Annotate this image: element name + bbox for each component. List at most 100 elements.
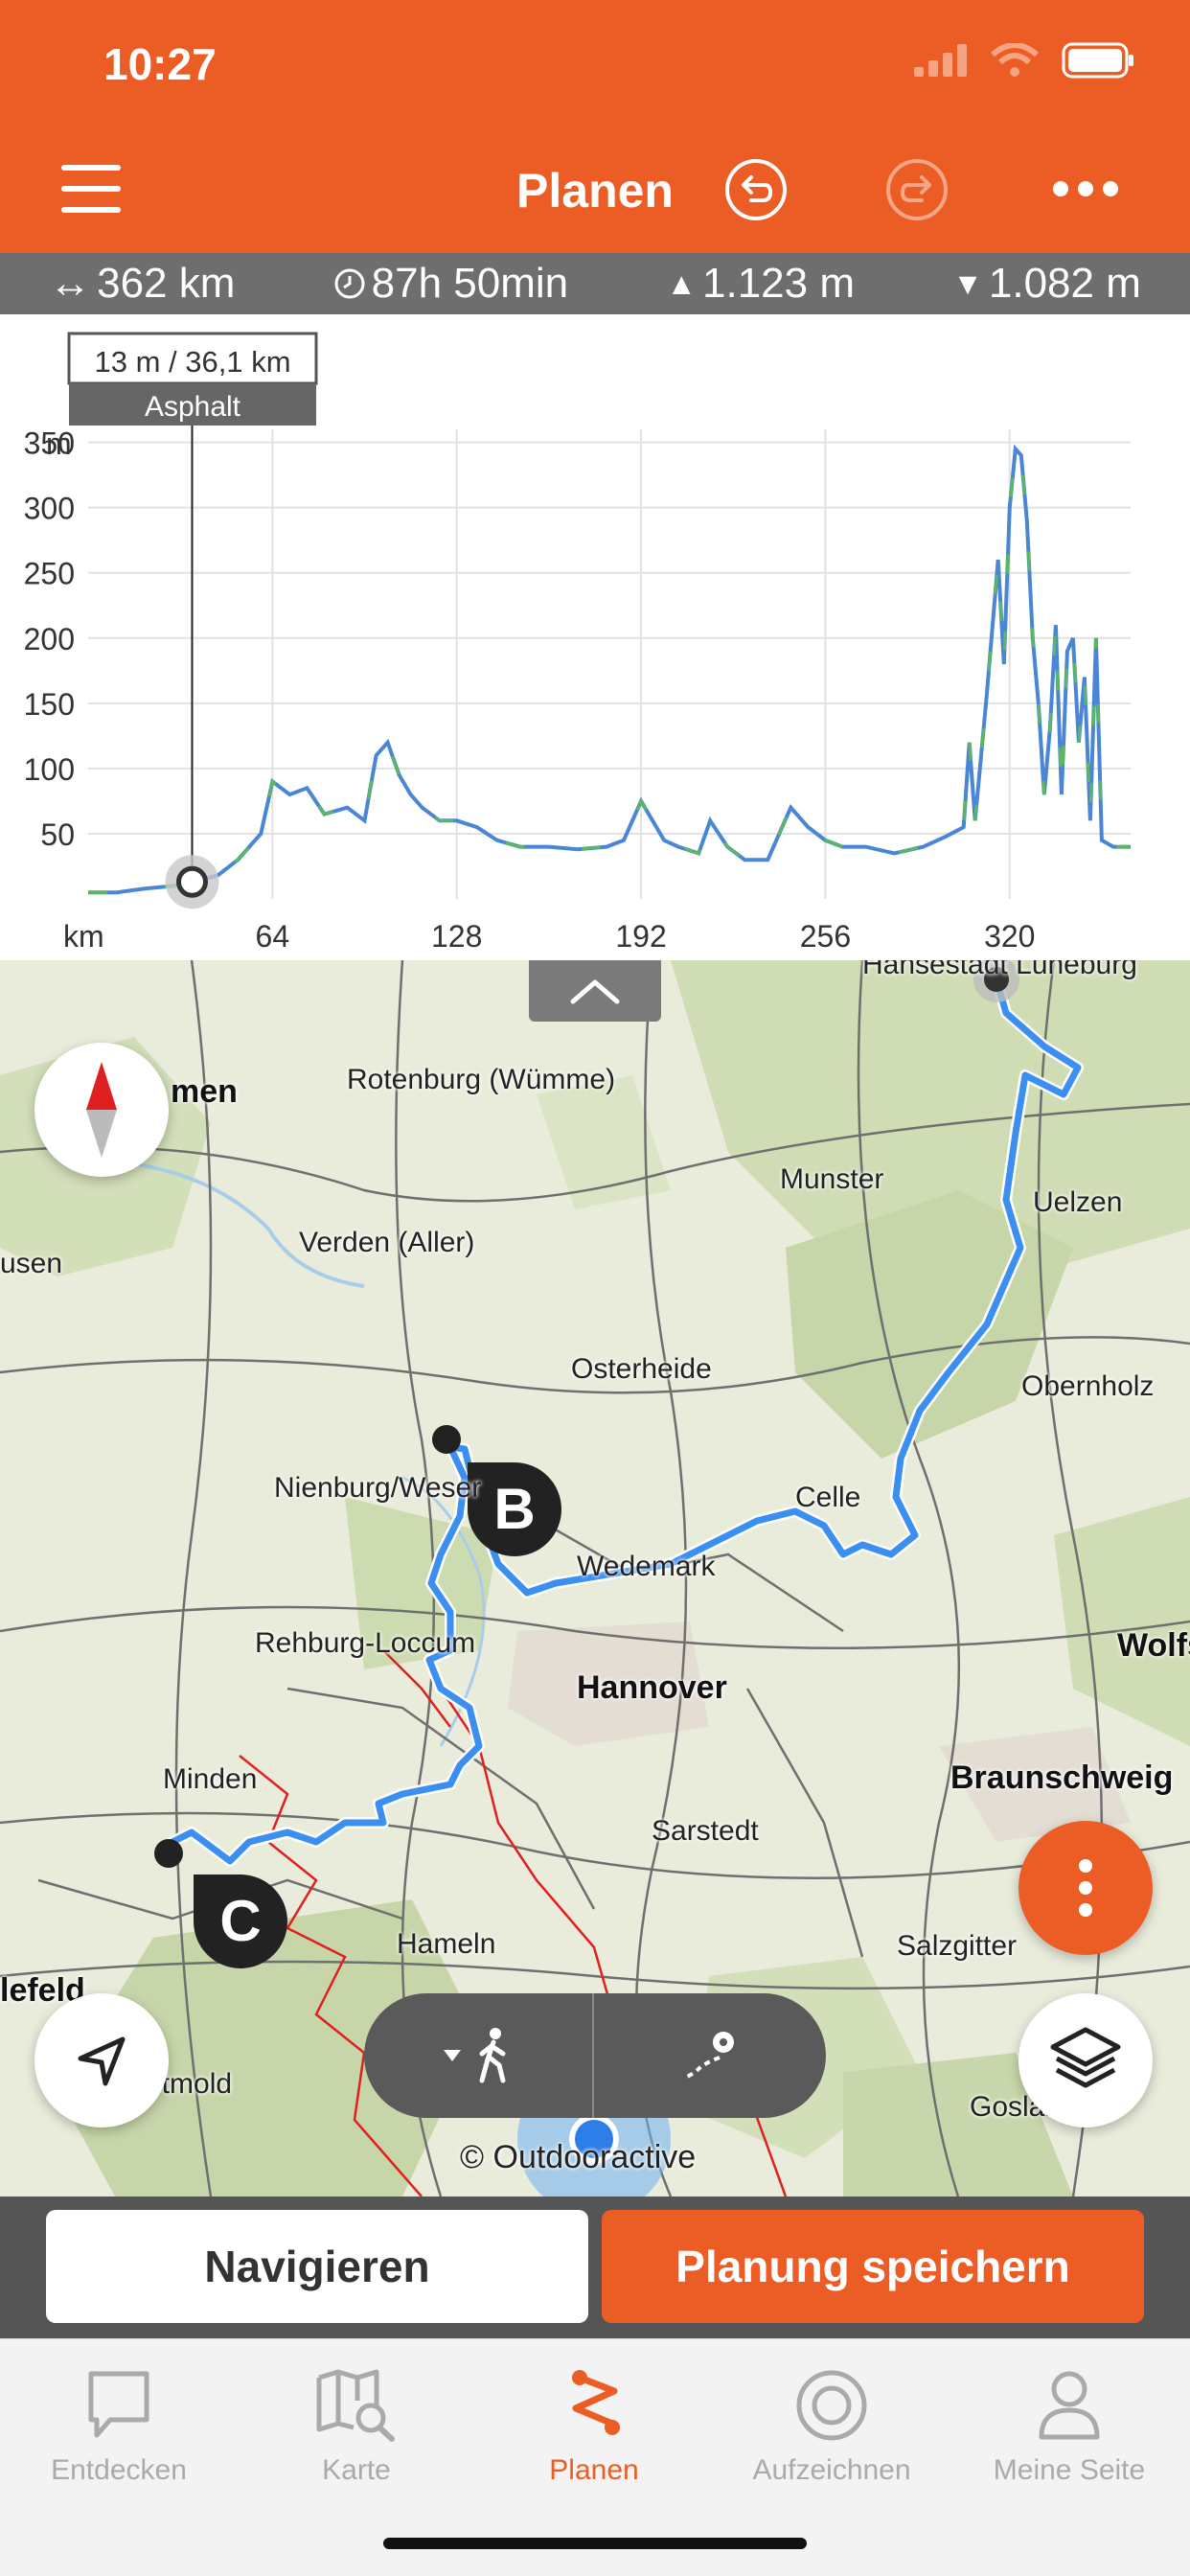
record-icon: [796, 2370, 867, 2441]
tab-entdecken[interactable]: Entdecken: [0, 2368, 238, 2487]
x-tick-label: 256: [800, 919, 851, 954]
status-time: 10:27: [103, 39, 217, 89]
tab-label: Entdecken: [51, 2454, 187, 2486]
y-unit-label: m: [46, 426, 72, 461]
clock-icon: [334, 268, 365, 299]
routing-mode-button[interactable]: [594, 1993, 826, 2118]
compass-icon: [86, 1062, 117, 1158]
city-label: Sarstedt: [652, 1815, 759, 1847]
position-cursor-knob[interactable]: [165, 855, 219, 909]
home-indicator: [383, 2538, 807, 2549]
map-options-button[interactable]: [1018, 1821, 1153, 1955]
route-pin-icon: [686, 2032, 734, 2079]
more-dots-icon: [1053, 181, 1118, 196]
map-layers-button[interactable]: [1018, 1993, 1153, 2128]
elevation-line-overlay: [88, 445, 1131, 894]
duration-value: 87h 50min: [371, 260, 569, 307]
ascent-icon: ▲: [666, 265, 697, 301]
person-icon: [1039, 2371, 1100, 2440]
city-label: Wolfs: [1117, 1627, 1190, 1664]
city-label: Osterheide: [571, 1353, 712, 1385]
descent-value: 1.082 m: [988, 260, 1141, 307]
elevation-chart[interactable]: 50100150200250300350 64 128 192 256 320 m km…: [0, 314, 1190, 960]
city-label: Celle: [795, 1482, 861, 1513]
action-bar: Navigieren Planung speichern: [0, 2196, 1190, 2338]
dropdown-caret-icon: [444, 2050, 461, 2061]
undo-button[interactable]: [724, 158, 788, 226]
redo-button[interactable]: [885, 158, 949, 226]
cursor-dot[interactable]: [175, 865, 208, 898]
city-label: Hameln: [397, 1928, 496, 1960]
city-label: Hannover: [577, 1669, 727, 1706]
tooltip-surface: Asphalt: [145, 391, 241, 423]
y-tick-label: 250: [24, 557, 75, 591]
tab-label: Aufzeichnen: [752, 2454, 911, 2486]
tab-label: Karte: [322, 2454, 391, 2486]
map-view[interactable]: B C Rotenburg (Wümme) Munster Uelzen Ver…: [0, 960, 1190, 2196]
y-tick-label: 100: [24, 752, 75, 787]
compass-button[interactable]: [34, 1043, 169, 1177]
tooltip-value: 13 m / 36,1 km: [94, 345, 290, 379]
activity-toolbar: [364, 1993, 826, 2118]
locate-me-button[interactable]: [34, 1993, 169, 2128]
distance-value: 362 km: [97, 260, 236, 307]
route-stats: ↔ 362 km 87h 50min ▲ 1.123 m ▼ 1.082 m: [0, 253, 1190, 314]
x-tick-label: 320: [984, 919, 1035, 954]
city-label: Minden: [163, 1763, 258, 1795]
map-attribution: © Outdooractive: [460, 2139, 697, 2175]
stat-descent: ▼ 1.082 m: [952, 260, 1141, 308]
tab-meine-seite[interactable]: Meine Seite: [950, 2368, 1188, 2487]
waypoint-c-label: C: [219, 1889, 262, 1953]
x-tick-label: 64: [256, 919, 290, 954]
y-tick-label: 50: [40, 817, 75, 852]
city-label: men: [171, 1073, 238, 1110]
tab-aufzeichnen[interactable]: Aufzeichnen: [713, 2368, 950, 2487]
layers-icon: [1050, 2027, 1121, 2088]
undo-icon: [725, 159, 787, 220]
stat-ascent: ▲ 1.123 m: [666, 260, 855, 308]
page-title: Planen: [516, 164, 674, 218]
elevation-profile[interactable]: 50 100 150 200 250 300 350 64 128 192 256 320 m km…: [0, 314, 1190, 960]
tab-planen[interactable]: Planen: [475, 2368, 713, 2487]
redo-icon: [886, 159, 948, 220]
city-label: Munster: [780, 1163, 884, 1195]
city-label: Rehburg-Loccum: [255, 1627, 476, 1659]
more-vertical-icon: [1079, 1859, 1092, 1917]
chat-bubble-icon: [88, 2371, 149, 2438]
expand-profile-button[interactable]: [529, 960, 661, 1022]
chevron-up-icon: [570, 979, 620, 1004]
city-label: Rotenburg (Wümme): [347, 1064, 616, 1095]
city-label: Nienburg/Weser: [274, 1472, 482, 1504]
tab-label: Planen: [549, 2454, 639, 2486]
city-label: Uelzen: [1033, 1186, 1123, 1218]
navigate-button[interactable]: Navigieren: [46, 2210, 588, 2323]
wifi-icon: [991, 43, 1039, 77]
city-label: Hansestadt Lüneburg: [862, 960, 1137, 980]
city-label: Obernholz: [1021, 1370, 1155, 1402]
ascent-value: 1.123 m: [702, 260, 855, 307]
descent-icon: ▼: [952, 265, 983, 301]
signal-icon: [914, 44, 967, 77]
more-button[interactable]: [1052, 180, 1119, 202]
route-icon: [572, 2370, 620, 2435]
tab-karte[interactable]: Karte: [238, 2368, 475, 2487]
waypoint-c-marker[interactable]: C: [190, 1871, 291, 1972]
stat-distance: ↔ 362 km: [49, 260, 235, 308]
x-tick-label: 192: [615, 919, 666, 954]
distance-icon: ↔: [49, 260, 92, 307]
map-search-icon: [316, 2369, 395, 2442]
stat-duration: 87h 50min: [333, 260, 568, 308]
activity-type-button[interactable]: [364, 1993, 594, 2118]
y-tick-label: 150: [24, 687, 75, 722]
city-label: Wedemark: [577, 1551, 716, 1582]
elevation-line: [88, 444, 1131, 895]
hiking-icon: [479, 2028, 506, 2083]
x-unit-label: km: [63, 919, 104, 954]
y-tick-label: 200: [24, 622, 75, 656]
tab-label: Meine Seite: [993, 2454, 1146, 2486]
app-header: 10:27 Planen: [0, 0, 1190, 253]
save-plan-button[interactable]: Planung speichern: [602, 2210, 1144, 2323]
position-tooltip: 13 m / 36,1 km Asphalt: [67, 332, 318, 426]
y-tick-label: 300: [24, 492, 75, 526]
city-label: usen: [0, 1248, 63, 1279]
